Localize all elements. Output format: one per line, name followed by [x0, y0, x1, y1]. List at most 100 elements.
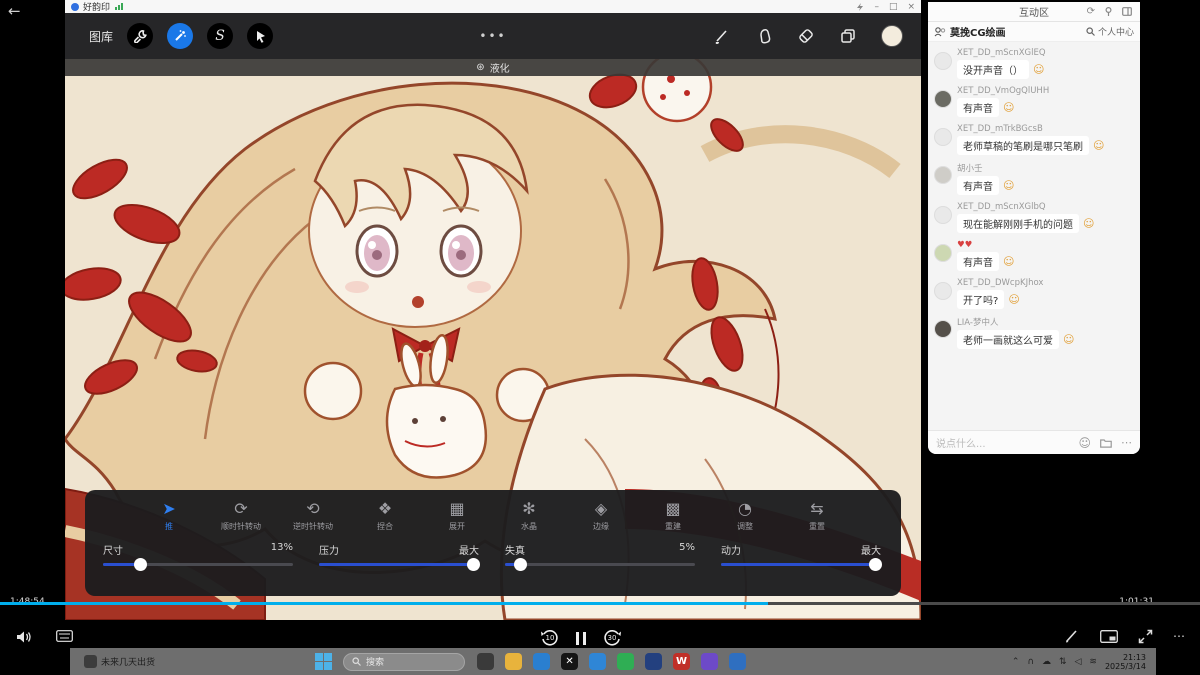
- avatar[interactable]: [934, 320, 952, 338]
- pencil-notes-button[interactable]: [1064, 628, 1080, 644]
- liquify-tool-twirl-cw[interactable]: ⟳ 顺时针转动: [210, 500, 272, 532]
- start-button[interactable]: [315, 653, 333, 671]
- distortion-slider-thumb[interactable]: [514, 558, 527, 571]
- liquify-tool-edge[interactable]: ◈ 边缘: [570, 500, 632, 532]
- flash-icon[interactable]: [856, 3, 864, 11]
- liquify-tool-pinch[interactable]: ❖ 捏合: [354, 500, 416, 532]
- procreate-toolbar: 图库 S •••: [65, 13, 921, 59]
- liquify-tool-reconstruct[interactable]: ▩ 重建: [642, 500, 704, 532]
- canvas-overflow-menu[interactable]: •••: [65, 29, 921, 43]
- pressure-slider[interactable]: 压力 最大: [319, 542, 479, 566]
- taskbar-window-item[interactable]: 未来几天出货: [84, 655, 155, 668]
- maximize-button[interactable]: □: [889, 2, 898, 12]
- pause-button[interactable]: [576, 630, 586, 645]
- tray-time: 21:13: [1105, 653, 1146, 662]
- keyboard-shortcuts-button[interactable]: [56, 630, 73, 642]
- pressure-value: 最大: [459, 542, 479, 557]
- avatar[interactable]: [934, 90, 952, 108]
- liquify-tool-adjust[interactable]: ◔ 调整: [714, 500, 776, 532]
- expand-icon: ▦: [449, 500, 464, 518]
- chat-panel: 互动区 ⟳ 莫挽CG绘画: [928, 2, 1140, 454]
- liquify-tool-twirl-ccw[interactable]: ⟲ 逆时针转动: [282, 500, 344, 532]
- volume-icon[interactable]: ◁: [1075, 657, 1082, 667]
- twirl-cw-icon: ⟳: [234, 500, 247, 518]
- momentum-slider-thumb[interactable]: [869, 558, 882, 571]
- crystal-icon: ✻: [522, 500, 535, 518]
- app-logo-icon: [71, 3, 79, 11]
- chat-input-bar[interactable]: 说点什么... ☺ ⋯: [928, 430, 1140, 454]
- avatar[interactable]: [934, 282, 952, 300]
- edge-icon: ◈: [595, 500, 607, 518]
- player-more-icon[interactable]: ⋯: [1173, 629, 1186, 643]
- members-icon: [934, 27, 946, 37]
- taskbar-apps: ✕ W: [477, 653, 746, 670]
- avatar[interactable]: [934, 166, 952, 184]
- refresh-icon[interactable]: ⟳: [1087, 6, 1095, 17]
- liquify-tool-crystal[interactable]: ✻ 水晶: [498, 500, 560, 532]
- search-icon[interactable]: [1086, 27, 1095, 36]
- liquify-tool-expand[interactable]: ▦ 展开: [426, 500, 488, 532]
- forward-30-button[interactable]: 30: [602, 628, 622, 646]
- app-navy-icon[interactable]: [645, 653, 662, 670]
- network-icon[interactable]: ⇅: [1059, 657, 1067, 667]
- chat-message: LIA-梦中人 老师一画就这么可爱 ☺: [934, 316, 1134, 349]
- back-icon[interactable]: ←: [8, 2, 21, 20]
- avatar[interactable]: [934, 206, 952, 224]
- size-slider[interactable]: 尺寸 13%: [103, 542, 293, 566]
- chat-message-list[interactable]: XET_DD_mScnXGlEQ 没开声音（） ☺ XET_DD_VmOgQlU…: [928, 42, 1140, 349]
- popout-panel-icon[interactable]: [1122, 7, 1132, 16]
- progress-played: [0, 602, 768, 605]
- signal-bars-icon: [115, 3, 123, 10]
- video-progress-bar[interactable]: [0, 602, 1200, 605]
- app-browser-icon[interactable]: [533, 653, 550, 670]
- momentum-slider[interactable]: 动力 最大: [721, 542, 881, 566]
- app-black-x-icon[interactable]: ✕: [561, 653, 578, 670]
- speaker-icon: [16, 630, 33, 644]
- keyboard-icon: [56, 630, 73, 642]
- app-wps-icon[interactable]: W: [673, 653, 690, 670]
- wifi-icon[interactable]: ≋: [1089, 657, 1097, 667]
- chat-input-placeholder[interactable]: 说点什么...: [936, 435, 986, 450]
- chevron-up-icon[interactable]: ⌃: [1012, 657, 1020, 667]
- cloud-icon[interactable]: ☁: [1042, 657, 1051, 667]
- emoji-icon: ☺: [1033, 63, 1044, 76]
- avatar[interactable]: [934, 128, 952, 146]
- chat-more-icon[interactable]: ⋯: [1121, 436, 1132, 449]
- avatar[interactable]: [934, 52, 952, 70]
- mirror-window-titlebar: 好韵印 – □ ×: [65, 0, 921, 13]
- rewind-10-button[interactable]: 10: [540, 628, 560, 646]
- taskbar-search[interactable]: 搜索: [343, 653, 465, 671]
- chat-message: XET_DD_mScnXGlbQ 现在能解刚刚手机的问题 ☺: [934, 202, 1134, 233]
- pressure-slider-thumb[interactable]: [467, 558, 480, 571]
- pip-button[interactable]: [1100, 630, 1118, 643]
- liquify-tool-push[interactable]: ➤ 推: [138, 500, 200, 532]
- app-edge-icon[interactable]: [589, 653, 606, 670]
- app-green-icon[interactable]: [617, 653, 634, 670]
- app-taskview-icon[interactable]: [477, 653, 494, 670]
- app-purple-icon[interactable]: [701, 653, 718, 670]
- distortion-slider[interactable]: 失真 5%: [505, 542, 695, 566]
- avatar[interactable]: [934, 244, 952, 262]
- procreate-window: 图库 S •••: [65, 13, 921, 620]
- windows-taskbar: 未来几天出货 搜索 ✕ W ⌃ ∩ ☁ ⇅ ◁: [70, 648, 1156, 675]
- emoji-icon: ☺: [1003, 101, 1014, 114]
- folder-icon[interactable]: [1100, 438, 1112, 448]
- mirror-app-title: 好韵印: [83, 0, 110, 13]
- profile-link[interactable]: 个人中心: [1086, 25, 1134, 38]
- reset-icon: ⇆: [810, 500, 823, 518]
- size-slider-thumb[interactable]: [134, 558, 147, 571]
- minimize-button[interactable]: –: [874, 2, 879, 12]
- volume-button[interactable]: [16, 630, 33, 644]
- pin-icon[interactable]: [1104, 7, 1113, 16]
- fullscreen-button[interactable]: [1138, 629, 1153, 644]
- emoji-icon: ☺: [1008, 293, 1019, 306]
- app-screencast-icon[interactable]: [729, 653, 746, 670]
- window-title: 未来几天出货: [101, 655, 155, 668]
- app-file-explorer-icon[interactable]: [505, 653, 522, 670]
- liquify-tool-reset[interactable]: ⇆ 重置: [786, 500, 848, 532]
- taskbar-clock[interactable]: 21:13 2025/3/14: [1105, 653, 1146, 671]
- close-button[interactable]: ×: [907, 2, 915, 12]
- emoji-picker-icon[interactable]: ☺: [1078, 436, 1091, 450]
- headset-icon[interactable]: ∩: [1027, 657, 1034, 667]
- size-value: 13%: [271, 542, 293, 557]
